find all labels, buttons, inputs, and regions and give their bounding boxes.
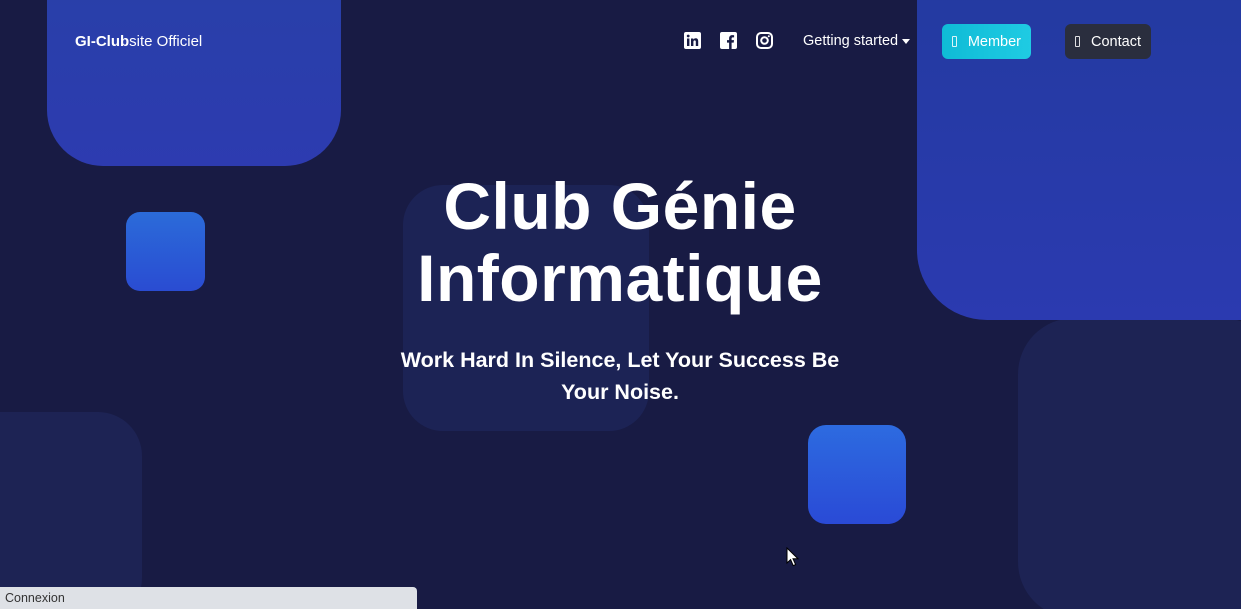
contact-icon	[1075, 36, 1081, 47]
linkedin-icon[interactable]	[684, 32, 701, 49]
member-icon	[952, 36, 957, 47]
hero-subtitle: Work Hard In Silence, Let Your Success B…	[370, 344, 870, 408]
background-shape-faint-left	[0, 412, 142, 609]
caret-down-icon	[902, 38, 911, 44]
contact-button-label: Contact	[1091, 33, 1141, 50]
facebook-icon[interactable]	[720, 32, 737, 49]
member-button[interactable]: Member	[942, 24, 1031, 59]
site-brand[interactable]: GI-Clubsite Officiel	[75, 33, 202, 50]
contact-button[interactable]: Contact	[1065, 24, 1151, 59]
member-button-label: Member	[967, 33, 1021, 50]
hero-subtitle-line2: Your Noise.	[561, 380, 679, 404]
getting-started-label: Getting started	[803, 33, 899, 49]
hero-title-line1: Club Génie	[443, 169, 797, 243]
background-shape-faint-right	[1018, 318, 1241, 609]
brand-rest-text: site Officiel	[129, 33, 203, 50]
page: GI-Clubsite Officiel Getting started Mem…	[0, 0, 1241, 609]
brand-bold-text: GI-Club	[75, 33, 130, 50]
instagram-icon[interactable]	[756, 32, 773, 49]
hero-title-line2: Informatique	[417, 241, 823, 315]
hero-subtitle-line1: Work Hard In Silence, Let Your Success B…	[400, 348, 840, 372]
background-square-left	[126, 212, 205, 291]
mouse-pointer-icon	[786, 546, 800, 567]
status-bar-text: Connexion	[5, 591, 65, 605]
navbar: GI-Clubsite Officiel Getting started Mem…	[0, 0, 1241, 82]
background-square-right	[808, 425, 906, 524]
hero-title: Club Génie Informatique	[320, 170, 920, 314]
browser-status-bar: Connexion	[0, 587, 417, 609]
getting-started-dropdown[interactable]: Getting started	[803, 33, 911, 49]
